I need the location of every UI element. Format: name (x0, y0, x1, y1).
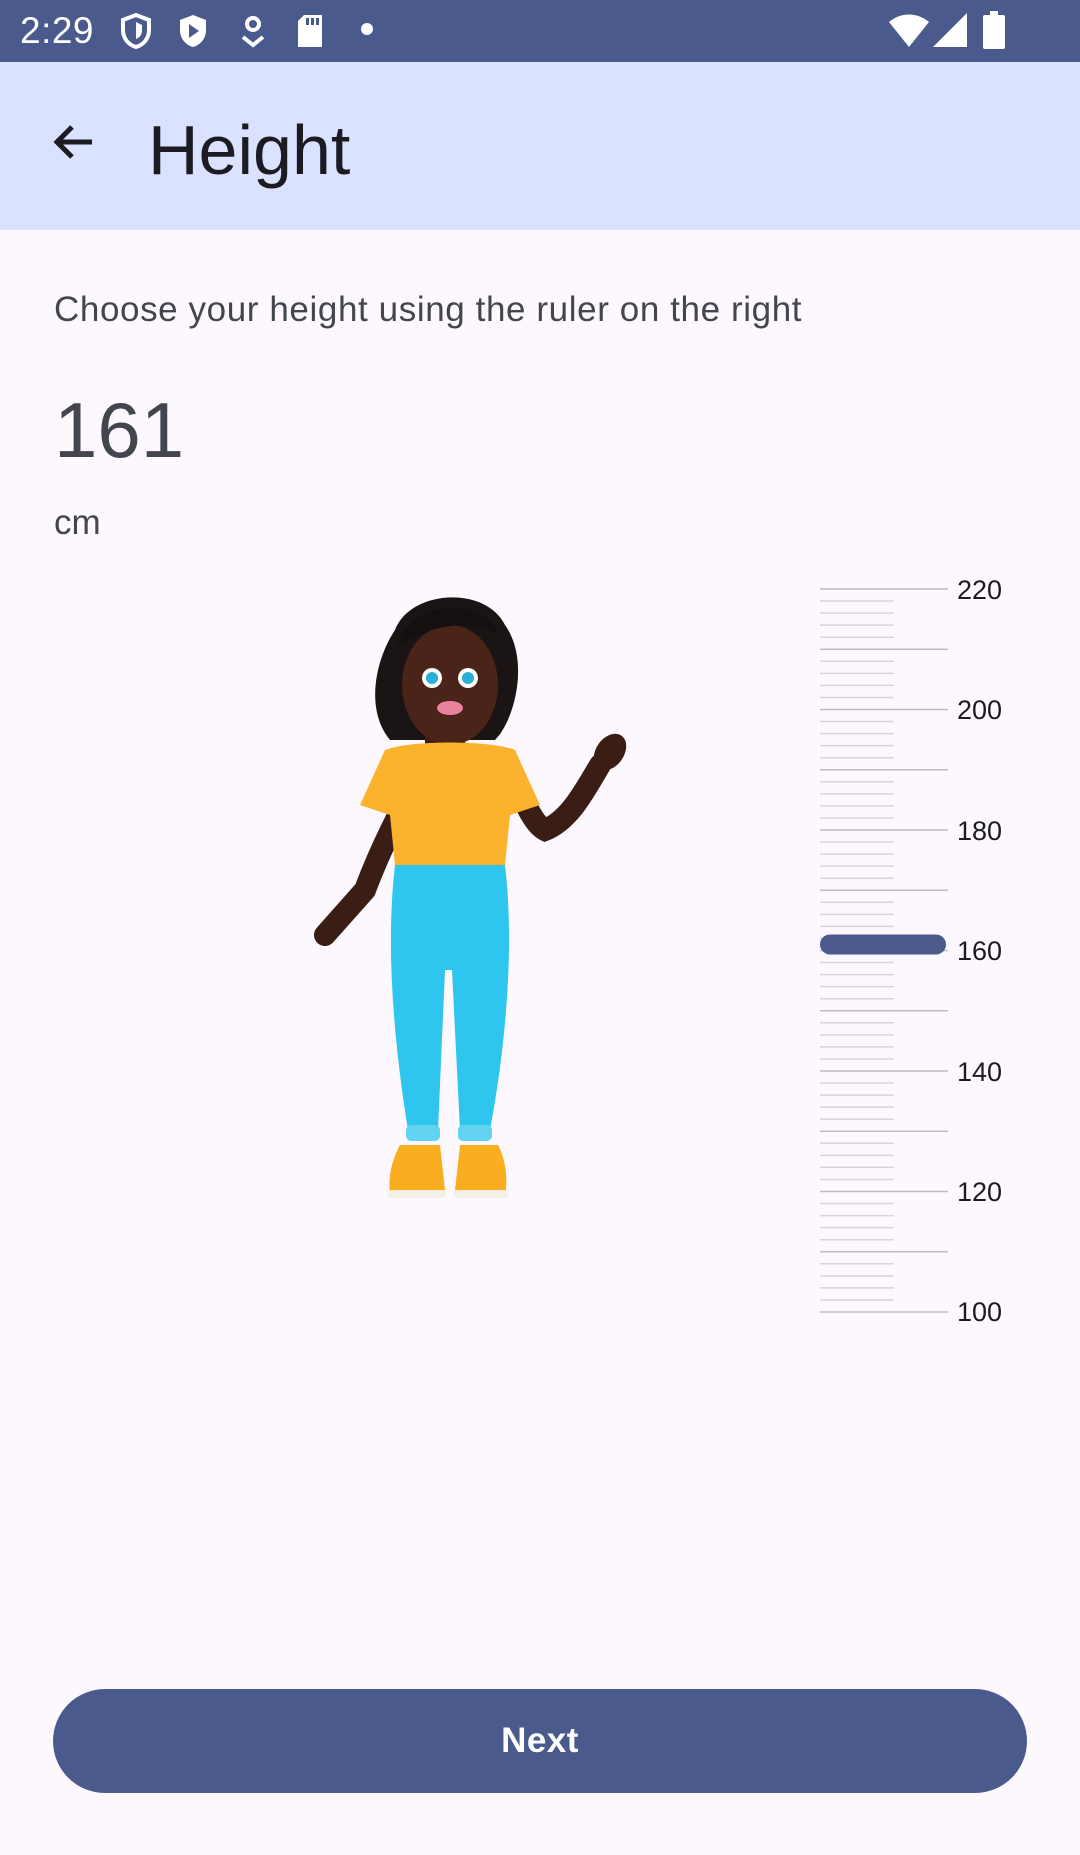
status-bar: 2:29 (0, 0, 1080, 62)
signal-icon (933, 13, 969, 52)
page-title: Height (148, 111, 351, 189)
wifi-icon (889, 14, 929, 53)
ruler-label: 160 (957, 936, 1002, 966)
ruler-label: 140 (957, 1057, 1002, 1087)
play-shield-icon (177, 13, 209, 54)
ruler-labels: 220 200 180 160 140 120 100 (957, 575, 1002, 1327)
height-ruler[interactable]: 220 200 180 160 140 120 100 (810, 575, 1060, 1335)
ruler-label: 200 (957, 695, 1002, 725)
ruler-selected-indicator[interactable] (820, 934, 946, 955)
battery-icon (983, 11, 1005, 54)
instruction-text: Choose your height using the ruler on th… (54, 290, 803, 329)
ruler-label: 180 (957, 816, 1002, 846)
height-value: 161 (54, 386, 185, 474)
height-unit: cm (54, 503, 101, 542)
status-time: 2:29 (20, 10, 95, 51)
dot-icon (360, 22, 374, 41)
avatar-illustration (314, 597, 627, 1198)
back-button[interactable] (44, 114, 104, 174)
ruler-label: 220 (957, 575, 1002, 605)
next-button[interactable]: Next (53, 1689, 1027, 1793)
shield-icon (120, 12, 152, 54)
ruler-label: 100 (957, 1297, 1002, 1327)
arrow-back-icon (50, 118, 98, 171)
ruler-label: 120 (957, 1177, 1002, 1207)
sd-card-icon (295, 13, 325, 54)
location-pin-icon (238, 13, 268, 54)
